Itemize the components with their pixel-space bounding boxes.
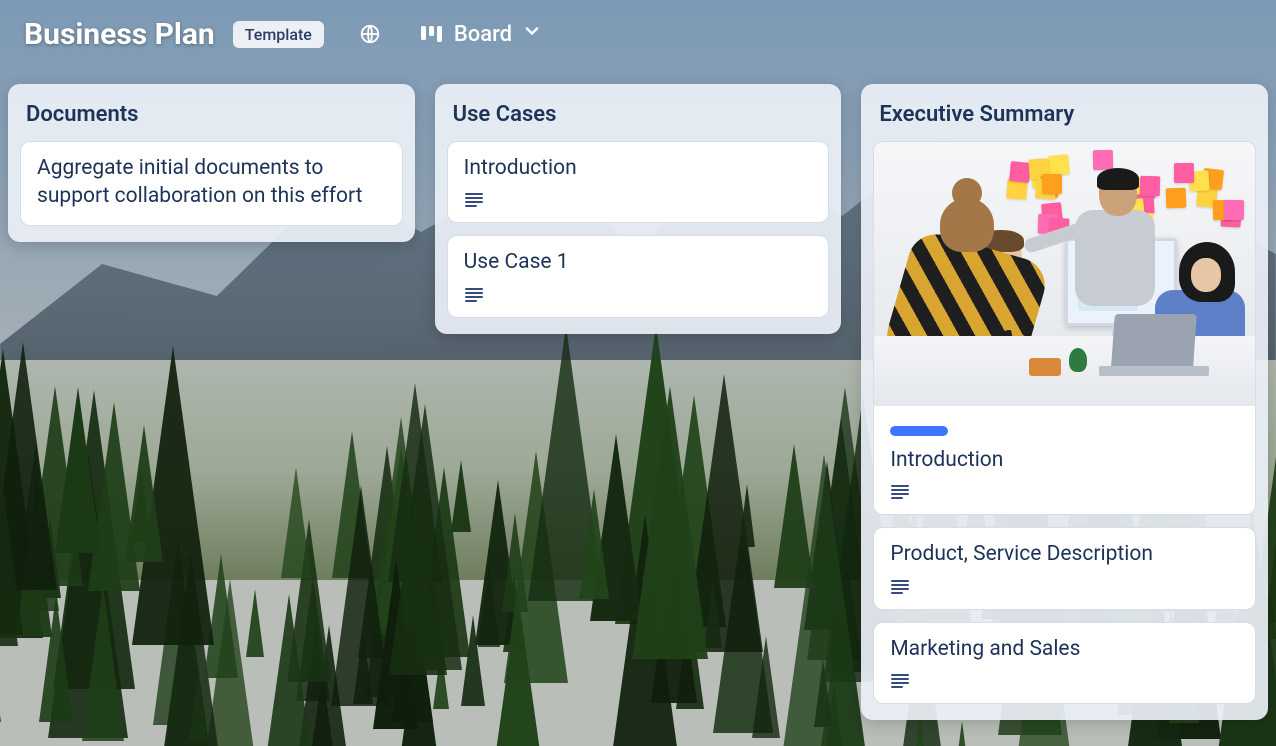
card[interactable]: Product, Service Description xyxy=(873,527,1256,609)
column-title[interactable]: Documents xyxy=(20,98,403,129)
chevron-down-icon xyxy=(522,21,542,47)
card-title: Product, Service Description xyxy=(890,540,1239,568)
column-documents: Documents Aggregate initial documents to… xyxy=(8,84,415,242)
card[interactable]: Use Case 1 xyxy=(447,235,830,317)
view-switcher[interactable]: Board xyxy=(420,21,542,47)
card[interactable]: Aggregate initial documents to support c… xyxy=(20,141,403,226)
card-title: Aggregate initial documents to support c… xyxy=(37,154,386,211)
description-icon xyxy=(890,484,1239,500)
description-icon xyxy=(464,287,813,303)
card[interactable]: Marketing and Sales xyxy=(873,622,1256,704)
card[interactable]: Introduction xyxy=(447,141,830,223)
card-cover-image xyxy=(874,142,1255,406)
description-icon xyxy=(464,192,813,208)
template-badge[interactable]: Template xyxy=(233,21,324,48)
description-icon xyxy=(890,579,1239,595)
description-icon xyxy=(890,673,1239,689)
card-title: Introduction xyxy=(890,446,1239,474)
card-title: Marketing and Sales xyxy=(890,635,1239,663)
card[interactable]: Introduction xyxy=(873,141,1256,515)
column-executive-summary: Executive Summary xyxy=(861,84,1268,720)
card-tag xyxy=(890,426,948,436)
board: Documents Aggregate initial documents to… xyxy=(0,58,1276,746)
board-view-icon xyxy=(420,24,444,44)
page-title: Business Plan xyxy=(24,17,215,52)
column-title[interactable]: Use Cases xyxy=(447,98,830,129)
header: Business Plan Template Board xyxy=(0,0,1276,58)
globe-icon[interactable] xyxy=(356,20,384,48)
column-use-cases: Use Cases Introduction Use Case 1 xyxy=(435,84,842,334)
view-label: Board xyxy=(454,22,512,47)
card-title: Use Case 1 xyxy=(464,248,813,276)
column-title[interactable]: Executive Summary xyxy=(873,98,1256,129)
card-title: Introduction xyxy=(464,154,813,182)
